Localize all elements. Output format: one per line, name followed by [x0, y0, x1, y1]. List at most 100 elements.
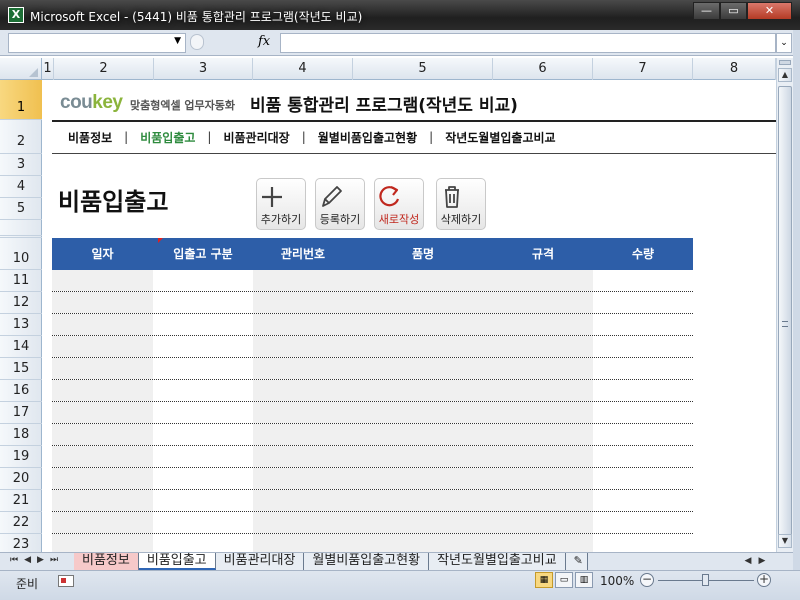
table-cell[interactable]	[493, 534, 593, 552]
table-cell[interactable]	[153, 314, 253, 335]
table-cell[interactable]	[493, 314, 593, 335]
table-cell[interactable]	[153, 292, 253, 313]
table-cell[interactable]	[153, 512, 253, 533]
row-header[interactable]: 11	[0, 270, 42, 292]
zoom-in-icon[interactable]: +	[757, 573, 771, 587]
table-cell[interactable]	[153, 490, 253, 511]
scroll-left-icon[interactable]: ◀	[742, 555, 754, 568]
split-handle[interactable]	[779, 60, 791, 65]
formula-input[interactable]	[280, 33, 776, 53]
table-cell[interactable]	[353, 380, 493, 401]
table-cell[interactable]	[153, 402, 253, 423]
zoom-level[interactable]: 100%	[600, 574, 634, 588]
nav-item-asset-in-out[interactable]: 비품입출고	[128, 129, 207, 146]
table-cell[interactable]	[593, 380, 693, 401]
table-cell[interactable]	[52, 424, 153, 445]
table-cell[interactable]	[52, 490, 153, 511]
table-cell[interactable]	[493, 490, 593, 511]
last-sheet-icon[interactable]: ⏭	[50, 555, 58, 565]
table-cell[interactable]	[253, 534, 353, 552]
row-header[interactable]: 13	[0, 314, 42, 336]
row-header[interactable]: 10	[0, 238, 42, 270]
next-sheet-icon[interactable]: ▶	[37, 555, 44, 565]
scroll-thumb[interactable]	[778, 86, 792, 542]
table-cell[interactable]	[52, 512, 153, 533]
table-cell[interactable]	[153, 270, 253, 291]
table-cell[interactable]	[253, 512, 353, 533]
table-cell[interactable]	[493, 358, 593, 379]
table-cell[interactable]	[253, 292, 353, 313]
table-cell[interactable]	[493, 380, 593, 401]
page-layout-view-icon[interactable]: ▭	[555, 572, 573, 588]
nav-item-asset-info[interactable]: 비품정보	[56, 129, 124, 146]
table-row[interactable]	[52, 358, 693, 380]
row-header[interactable]: 18	[0, 424, 42, 446]
prev-sheet-icon[interactable]: ◀	[24, 555, 31, 565]
page-break-view-icon[interactable]: ▥	[575, 572, 593, 588]
column-header[interactable]: 2	[54, 58, 154, 80]
nav-item-monthly-status[interactable]: 월별비품입출고현황	[306, 129, 429, 146]
zoom-slider-thumb[interactable]	[702, 574, 709, 586]
table-cell[interactable]	[353, 270, 493, 291]
table-row[interactable]	[52, 424, 693, 446]
column-header[interactable]: 5	[353, 58, 493, 80]
row-header[interactable]: 2	[0, 120, 42, 154]
row-header[interactable]: 14	[0, 336, 42, 358]
table-cell[interactable]	[153, 534, 253, 552]
table-cell[interactable]	[353, 490, 493, 511]
table-cell[interactable]	[153, 336, 253, 357]
table-cell[interactable]	[52, 336, 153, 357]
table-cell[interactable]	[593, 534, 693, 552]
table-cell[interactable]	[493, 402, 593, 423]
table-cell[interactable]	[52, 468, 153, 489]
table-row[interactable]	[52, 446, 693, 468]
sheet-tab-asset-info[interactable]: 비품정보	[74, 553, 139, 570]
table-row[interactable]	[52, 490, 693, 512]
table-cell[interactable]	[593, 446, 693, 467]
table-row[interactable]	[52, 534, 693, 552]
column-header[interactable]: 1	[42, 58, 54, 80]
table-cell[interactable]	[353, 468, 493, 489]
table-cell[interactable]	[353, 424, 493, 445]
scroll-right-icon[interactable]: ▶	[756, 555, 768, 568]
close-button[interactable]: ✕	[747, 2, 792, 20]
table-cell[interactable]	[353, 292, 493, 313]
worksheet[interactable]: coukey 맞춤형엑셀 업무자동화 비품 통합관리 프로그램(작년도 비교) …	[42, 80, 776, 552]
table-cell[interactable]	[52, 314, 153, 335]
insert-sheet-icon[interactable]: ✎	[565, 553, 588, 570]
maximize-button[interactable]: ▭	[720, 2, 747, 20]
table-row[interactable]	[52, 402, 693, 424]
macro-record-icon[interactable]	[58, 575, 74, 587]
table-cell[interactable]	[493, 270, 593, 291]
table-cell[interactable]	[593, 424, 693, 445]
table-cell[interactable]	[253, 314, 353, 335]
excel-app-icon[interactable]: X	[8, 7, 24, 23]
insert-function-icon[interactable]: fx	[258, 34, 270, 49]
scroll-up-icon[interactable]: ▲	[778, 68, 792, 82]
table-cell[interactable]	[253, 336, 353, 357]
horizontal-scrollbar[interactable]: ◀ ▶	[658, 555, 788, 569]
nav-item-asset-ledger[interactable]: 비품관리대장	[211, 129, 301, 146]
table-cell[interactable]	[253, 446, 353, 467]
table-cell[interactable]	[593, 512, 693, 533]
table-cell[interactable]	[593, 292, 693, 313]
column-header[interactable]: 8	[693, 58, 776, 80]
minimize-button[interactable]: —	[693, 2, 720, 20]
table-cell[interactable]	[153, 358, 253, 379]
table-cell[interactable]	[353, 314, 493, 335]
table-cell[interactable]	[593, 402, 693, 423]
table-cell[interactable]	[493, 336, 593, 357]
table-row[interactable]	[52, 380, 693, 402]
scroll-down-icon[interactable]: ▼	[778, 534, 792, 548]
table-cell[interactable]	[353, 336, 493, 357]
table-cell[interactable]	[353, 402, 493, 423]
table-cell[interactable]	[253, 468, 353, 489]
column-header[interactable]: 7	[593, 58, 693, 80]
table-cell[interactable]	[253, 490, 353, 511]
name-box[interactable]: ▼	[8, 33, 186, 53]
sheet-tab-monthly-status[interactable]: 월별비품입출고현황	[304, 553, 430, 570]
table-cell[interactable]	[153, 424, 253, 445]
table-cell[interactable]	[353, 446, 493, 467]
select-all-button[interactable]	[0, 58, 42, 80]
table-cell[interactable]	[353, 512, 493, 533]
